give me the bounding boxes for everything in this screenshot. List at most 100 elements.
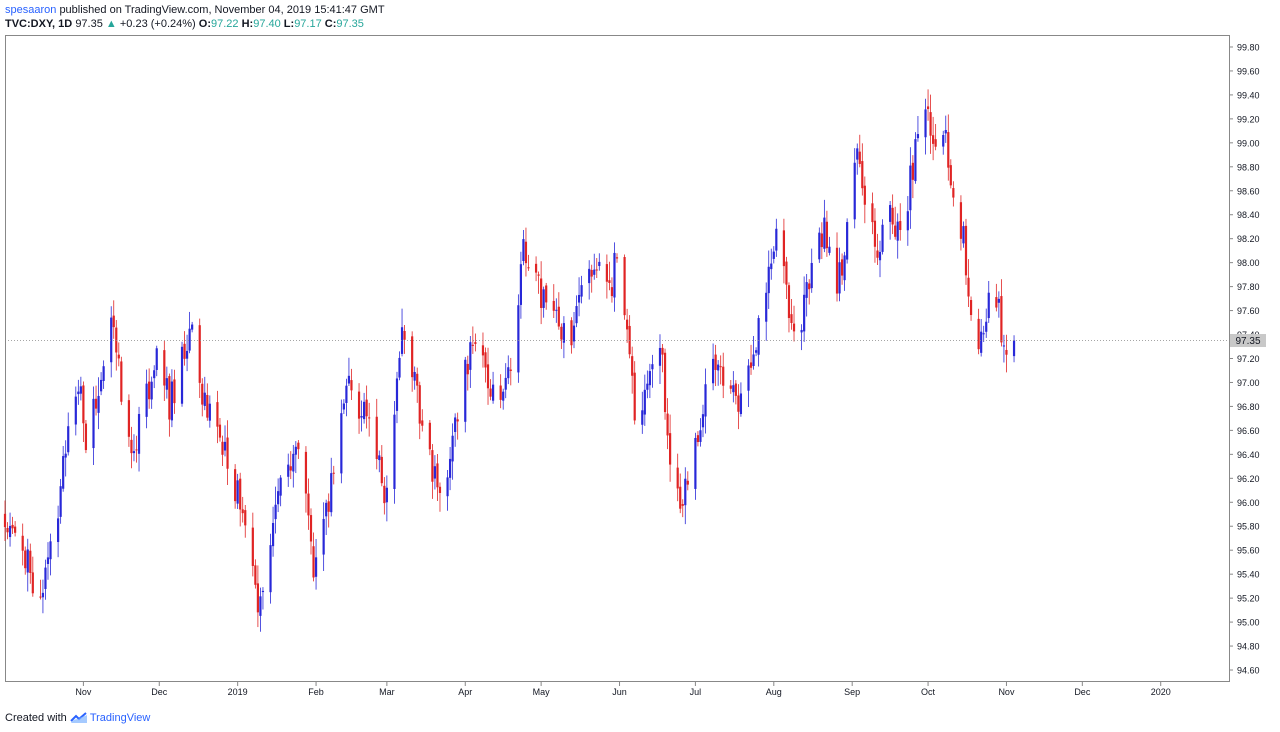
price-tick-label: 97.80 — [1237, 282, 1260, 292]
candle-body — [436, 463, 439, 488]
price-tick-label: 96.60 — [1237, 426, 1260, 436]
candle-body — [135, 449, 138, 451]
candle-body — [808, 283, 811, 290]
candle-body — [641, 410, 644, 425]
candle-body — [861, 161, 864, 189]
candle-body — [168, 376, 171, 420]
candles — [3, 89, 1016, 632]
candle-body — [130, 439, 133, 454]
candle-body — [949, 165, 952, 186]
candle-body — [694, 437, 697, 489]
tradingview-brand-link[interactable]: TradingView — [90, 712, 151, 724]
candle-body — [185, 350, 189, 359]
candle-body — [357, 391, 361, 419]
candle-body — [363, 401, 366, 420]
candle-body — [183, 343, 186, 359]
candle-body — [155, 348, 158, 370]
candle-body — [82, 385, 85, 424]
candle-body — [127, 400, 131, 437]
candle-body — [997, 298, 1000, 303]
candle-body — [863, 185, 866, 205]
candle-body — [572, 325, 576, 342]
candle-body — [269, 545, 272, 593]
candle-body — [545, 285, 548, 303]
candle-body — [274, 504, 277, 520]
candle-body — [456, 419, 459, 422]
candle-body — [964, 225, 968, 276]
candle-body — [889, 205, 892, 222]
candle-body — [987, 292, 990, 319]
candle-body — [403, 330, 406, 340]
candle-body — [537, 274, 540, 276]
candle-body — [29, 550, 32, 573]
candle-body — [646, 383, 649, 390]
candle-body — [330, 473, 333, 513]
candle-body — [577, 294, 581, 303]
candle-body — [385, 487, 388, 503]
candle-body — [416, 373, 419, 386]
candle-body — [375, 416, 378, 460]
candle-body — [218, 424, 222, 438]
price-tick-label: 95.40 — [1237, 570, 1260, 580]
candle-body — [448, 458, 452, 478]
candle-body — [92, 398, 95, 449]
price-tick-label: 98.00 — [1237, 258, 1260, 268]
candle-body — [418, 385, 421, 424]
candle-body — [24, 550, 27, 569]
candle-body — [747, 365, 750, 391]
candle-body — [818, 232, 821, 260]
time-tick-label: Nov — [998, 687, 1015, 697]
candle-body — [383, 485, 386, 504]
candle-body — [74, 396, 77, 425]
candle-body — [203, 392, 206, 406]
candle-body — [446, 477, 449, 497]
time-axis[interactable]: Nov Dec 2019 Feb Mar Apr May Jun Jul Aug Sep Oct Nov… — [75, 682, 1171, 697]
candle-body — [838, 262, 841, 294]
candle-body — [711, 358, 715, 384]
candle-body — [395, 378, 399, 411]
candle-body — [608, 280, 611, 283]
candle-body — [454, 417, 457, 432]
time-tick-label: Dec — [1074, 687, 1091, 697]
price-tick-label: 97.60 — [1237, 306, 1260, 316]
price-tick-label: 98.20 — [1237, 234, 1260, 244]
candle-body — [289, 466, 292, 471]
candle-body — [499, 385, 502, 400]
candle-body — [626, 319, 629, 330]
candle-body — [805, 282, 808, 298]
candle-body — [26, 549, 29, 573]
candle-body — [163, 350, 166, 386]
candle-body — [49, 541, 52, 560]
candle-body — [929, 112, 932, 136]
candle-body — [198, 325, 201, 383]
candle-body — [906, 211, 909, 231]
candle-body — [891, 207, 894, 225]
time-tick-label: Aug — [766, 687, 782, 697]
price-tick-label: 94.60 — [1237, 666, 1260, 676]
candle-body — [345, 385, 348, 403]
candle-body — [241, 509, 244, 514]
candle-body — [251, 527, 254, 566]
created-with-text: Created with — [5, 712, 67, 724]
candle-body — [44, 567, 47, 589]
candle-body — [853, 162, 856, 220]
candle-body — [681, 504, 684, 506]
price-axis[interactable]: 94.60 94.80 95.00 95.20 95.40 95.60 95.80 96.00… — [1229, 42, 1260, 676]
candle-body — [21, 535, 24, 551]
candle-body — [79, 386, 82, 394]
price-tick-label: 98.40 — [1237, 210, 1260, 220]
candle-body — [669, 433, 672, 465]
time-tick-label: May — [533, 687, 551, 697]
candle-body — [201, 383, 204, 405]
candle-body — [792, 323, 796, 332]
candle-body — [378, 455, 381, 461]
price-tick-label: 96.80 — [1237, 402, 1260, 412]
candle-body — [1002, 345, 1006, 347]
price-tick-label: 95.80 — [1237, 522, 1260, 532]
candle-body — [858, 151, 861, 164]
price-tick-label: 98.80 — [1237, 162, 1260, 172]
candle-body — [696, 435, 700, 443]
candle-body — [878, 251, 882, 261]
candle-body — [304, 451, 308, 494]
price-chart[interactable]: 94.60 94.80 95.00 95.20 95.40 95.60 95.80 96.00… — [0, 0, 1280, 732]
